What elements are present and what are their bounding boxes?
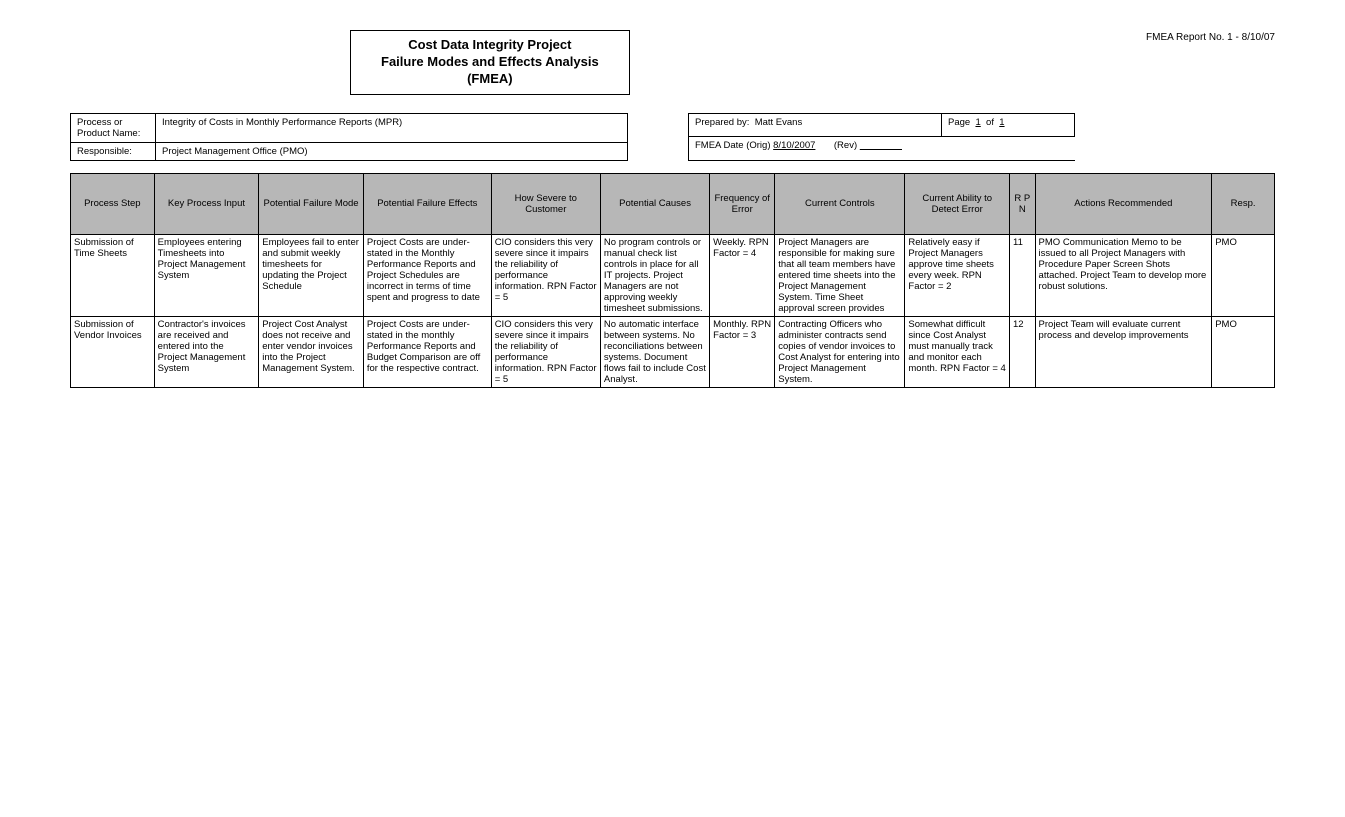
col-freq: Frequency of Error [710,173,775,234]
cell-step: Submission of Time Sheets [71,234,155,316]
col-input: Key Process Input [154,173,259,234]
prepared-by-cell: Prepared by: Matt Evans [689,113,942,137]
cell-rpn: 12 [1009,316,1035,387]
responsible-value: Project Management Office (PMO) [156,142,628,160]
cell-controls: Project Managers are responsible for mak… [775,234,905,316]
col-step: Process Step [71,173,155,234]
col-mode: Potential Failure Mode [259,173,364,234]
cell-resp: PMO [1212,234,1275,316]
col-rpn: R P N [1009,173,1035,234]
fmea-table: Process Step Key Process Input Potential… [70,173,1275,388]
date-cell: FMEA Date (Orig) 8/10/2007 (Rev) [689,137,1075,161]
prepared-value: Matt Evans [755,117,803,128]
date-label: FMEA Date (Orig) [695,140,771,151]
col-effect: Potential Failure Effects [363,173,491,234]
title-line-2: Failure Modes and Effects Analysis [381,54,599,71]
cell-effects: Project Costs are under-stated in the Mo… [363,234,491,316]
cell-actions: Project Team will evaluate current proce… [1035,316,1212,387]
table-header-row: Process Step Key Process Input Potential… [71,173,1275,234]
rev-value [860,140,902,151]
cell-controls: Contracting Officers who administer cont… [775,316,905,387]
col-sev: How Severe to Customer [491,173,600,234]
col-cause: Potential Causes [600,173,709,234]
cell-actions: PMO Communication Memo to be issued to a… [1035,234,1212,316]
table-row: Submission of Vendor InvoicesContractor'… [71,316,1275,387]
report-number: FMEA Report No. 1 - 8/10/07 [1146,30,1275,43]
cell-frequency: Monthly. RPN Factor = 3 [710,316,775,387]
cell-severity: CIO considers this very severe since it … [491,234,600,316]
col-ctrl: Current Controls [775,173,905,234]
cell-frequency: Weekly. RPN Factor = 4 [710,234,775,316]
col-act: Actions Recommended [1035,173,1212,234]
cell-rpn: 11 [1009,234,1035,316]
cell-severity: CIO considers this very severe since it … [491,316,600,387]
responsible-label: Responsible: [71,142,156,160]
cell-detect: Relatively easy if Project Managers appr… [905,234,1010,316]
cell-effects: Project Costs are under-stated in the mo… [363,316,491,387]
col-detect: Current Ability to Detect Error [905,173,1010,234]
page-total: 1 [999,117,1004,128]
title-box: Cost Data Integrity Project Failure Mode… [350,30,630,95]
page-num: 1 [975,117,980,128]
cell-mode: Employees fail to enter and submit weekl… [259,234,364,316]
cell-causes: No program controls or manual check list… [600,234,709,316]
title-line-1: Cost Data Integrity Project [381,37,599,54]
process-value: Integrity of Costs in Monthly Performanc… [156,113,628,142]
title-line-3: (FMEA) [381,71,599,88]
meta-left-table: Process or Product Name: Integrity of Co… [70,113,628,161]
table-row: Submission of Time SheetsEmployees enter… [71,234,1275,316]
cell-resp: PMO [1212,316,1275,387]
header-row: Cost Data Integrity Project Failure Mode… [70,30,1275,95]
cell-mode: Project Cost Analyst does not receive an… [259,316,364,387]
page-label: Page [948,117,970,128]
page-cell: Page 1 of 1 [942,113,1075,137]
cell-input: Employees entering Timesheets into Proje… [154,234,259,316]
date-value: 8/10/2007 [773,140,815,151]
process-label: Process or Product Name: [71,113,156,142]
col-resp: Resp. [1212,173,1275,234]
meta-right-table: Prepared by: Matt Evans Page 1 of 1 FMEA… [688,113,1075,161]
cell-detect: Somewhat difficult since Cost Analyst mu… [905,316,1010,387]
rev-label: (Rev) [834,140,857,151]
prepared-label: Prepared by: [695,117,749,128]
page-of: of [986,117,994,128]
cell-causes: No automatic interface between systems. … [600,316,709,387]
cell-step: Submission of Vendor Invoices [71,316,155,387]
cell-input: Contractor's invoices are received and e… [154,316,259,387]
meta-row: Process or Product Name: Integrity of Co… [70,113,1275,161]
